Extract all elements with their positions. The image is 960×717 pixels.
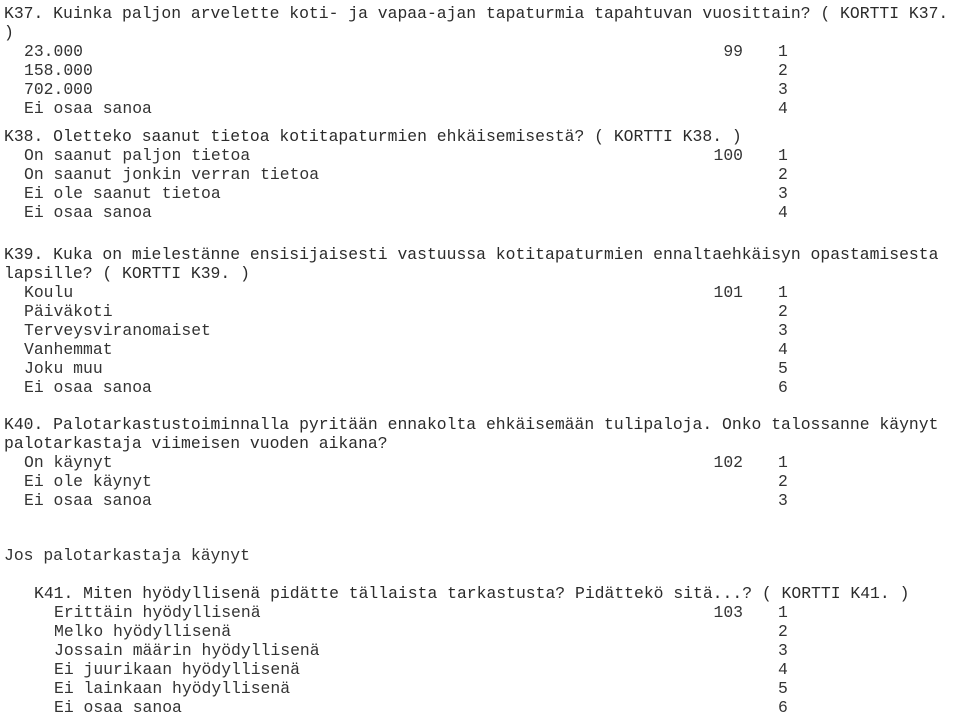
question-text: K38. Oletteko saanut tietoa kotitapaturm…: [4, 127, 742, 146]
answer-code: 3: [778, 80, 788, 99]
answer-code: 1: [778, 603, 788, 622]
answer-option-label: On saanut paljon tietoa: [24, 146, 251, 165]
answer-option-label: 158.000: [24, 61, 93, 80]
answer-option-label: Ei lainkaan hyödyllisenä: [54, 679, 291, 698]
answer-code: 1: [778, 453, 788, 472]
answer-code: 2: [778, 302, 788, 321]
answer-code: 3: [778, 491, 788, 510]
question-text: lapsille? ( KORTTI K39. ): [4, 264, 250, 283]
answer-code: 2: [778, 165, 788, 184]
answer-option-label: Joku muu: [24, 359, 103, 378]
answer-option-label: Ei osaa sanoa: [24, 491, 152, 510]
answer-option-label: Melko hyödyllisenä: [54, 622, 232, 641]
answer-option-label: Päiväkoti: [24, 302, 113, 321]
answer-code: 6: [778, 378, 788, 397]
variable-number: 100: [713, 146, 743, 165]
answer-code: 4: [778, 99, 788, 118]
question-text: ): [4, 23, 14, 42]
answer-code: 5: [778, 679, 788, 698]
variable-number: 103: [713, 603, 743, 622]
answer-code: 6: [778, 698, 788, 717]
answer-option-label: 702.000: [24, 80, 93, 99]
answer-option-label: Terveysviranomaiset: [24, 321, 211, 340]
answer-option-label: On käynyt: [24, 453, 113, 472]
answer-code: 4: [778, 660, 788, 679]
answer-code: 4: [778, 340, 788, 359]
variable-number: 101: [713, 283, 743, 302]
answer-option-label: Ei ole saanut tietoa: [24, 184, 221, 203]
answer-option-label: 23.000: [24, 42, 84, 61]
variable-number: 102: [713, 453, 743, 472]
question-text: K41. Miten hyödyllisenä pidätte tällaist…: [34, 584, 910, 603]
question-text: K40. Palotarkastustoiminnalla pyritään e…: [4, 415, 939, 434]
answer-code: 5: [778, 359, 788, 378]
answer-code: 1: [778, 42, 788, 61]
answer-code: 3: [778, 641, 788, 660]
answer-option-label: Koulu: [24, 283, 74, 302]
answer-code: 4: [778, 203, 788, 222]
answer-code: 3: [778, 321, 788, 340]
answer-code: 2: [778, 622, 788, 641]
answer-option-label: Jossain määrin hyödyllisenä: [54, 641, 320, 660]
answer-code: 2: [778, 472, 788, 491]
filter-note: Jos palotarkastaja käynyt: [4, 546, 250, 565]
question-text: K39. Kuka on mielestänne ensisijaisesti …: [4, 245, 939, 264]
answer-option-label: Erittäin hyödyllisenä: [54, 603, 261, 622]
answer-option-label: On saanut jonkin verran tietoa: [24, 165, 320, 184]
answer-code: 1: [778, 283, 788, 302]
answer-option-label: Ei osaa sanoa: [24, 378, 152, 397]
answer-option-label: Ei osaa sanoa: [54, 698, 182, 717]
answer-option-label: Ei ole käynyt: [24, 472, 152, 491]
answer-option-label: Ei osaa sanoa: [24, 203, 152, 222]
question-text: palotarkastaja viimeisen vuoden aikana?: [4, 434, 388, 453]
answer-option-label: Ei juurikaan hyödyllisenä: [54, 660, 300, 679]
answer-option-label: Vanhemmat: [24, 340, 113, 359]
answer-code: 1: [778, 146, 788, 165]
question-text: K37. Kuinka paljon arvelette koti- ja va…: [4, 4, 949, 23]
answer-code: 3: [778, 184, 788, 203]
variable-number: 99: [723, 42, 743, 61]
answer-option-label: Ei osaa sanoa: [24, 99, 152, 118]
answer-code: 2: [778, 61, 788, 80]
